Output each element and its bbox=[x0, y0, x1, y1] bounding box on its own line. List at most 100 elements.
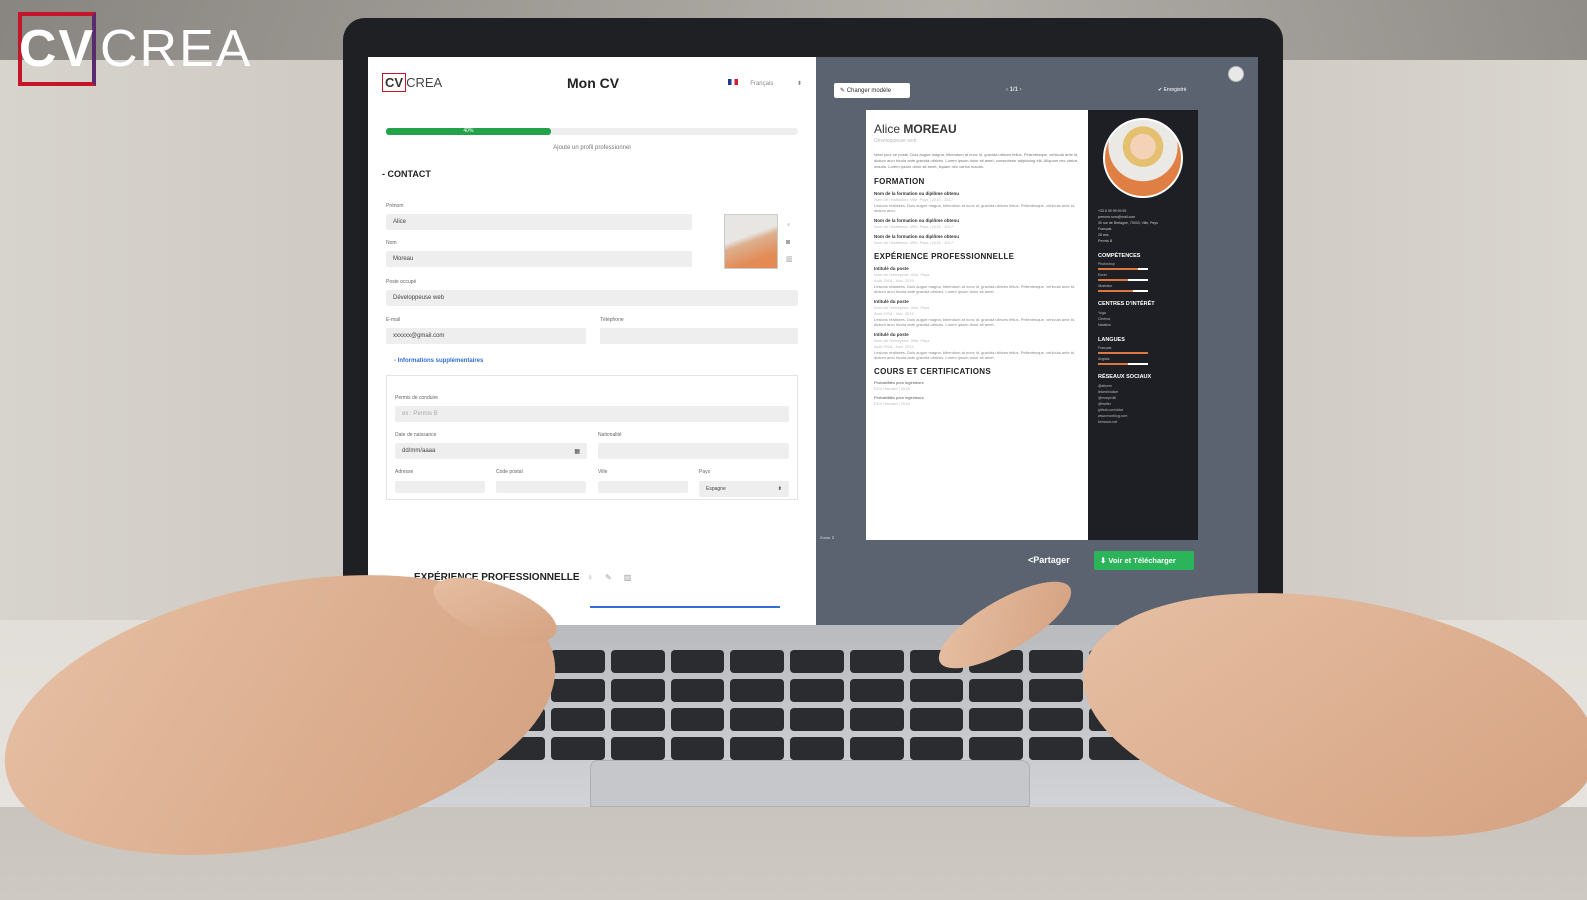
naissance-label: Date de naissance bbox=[395, 432, 437, 438]
contact-section-title[interactable]: - CONTACT bbox=[382, 169, 431, 179]
cv-exp-date-2: Août 2018 - Nov. 2019 bbox=[874, 311, 914, 316]
progress-fill: 40% bbox=[386, 128, 551, 135]
email-label: E-mail bbox=[386, 317, 401, 323]
change-template-label: Changer modèle bbox=[846, 88, 892, 94]
cv-exp-desc-1: Lésions réalisées. Duis augue magna, bib… bbox=[874, 284, 1076, 294]
poste-label: Poste occupé bbox=[386, 279, 417, 285]
preview-pane: ✎ Changer modèle ‹ 1/1 › ✔ Enregistré Al… bbox=[816, 57, 1258, 625]
app-logo-text: CREA bbox=[406, 75, 443, 90]
zoom-icon: ⇕ bbox=[831, 535, 835, 540]
more-info-link[interactable]: - Informations supplémentaires bbox=[394, 358, 483, 364]
camera-icon[interactable]: ◙ bbox=[786, 234, 793, 251]
permis-label: Permis de conduire bbox=[395, 395, 439, 401]
download-button[interactable]: ⬇ Voir et Télécharger bbox=[1094, 551, 1194, 570]
zoom-control[interactable]: Zoom ⇕ bbox=[820, 535, 835, 540]
cv-skill-3: Illustrator bbox=[1098, 284, 1113, 288]
cp-field[interactable] bbox=[496, 481, 586, 493]
brand-logo: CV CREA bbox=[18, 12, 252, 86]
cv-exp-sub-3: Nom de l'entreprise, Ville, Pays bbox=[874, 338, 930, 343]
ville-field[interactable] bbox=[598, 481, 688, 493]
zoom-label: Zoom bbox=[820, 535, 831, 540]
adresse-field[interactable] bbox=[395, 481, 485, 493]
cv-interests-title: CENTRES D'INTÉRÊT bbox=[1098, 301, 1155, 307]
edit-icon[interactable]: ✎ bbox=[605, 573, 624, 582]
language-label: Français bbox=[750, 81, 774, 87]
cv-exp-desc-3: Lésions réalisées. Duis augue magna, bib… bbox=[874, 350, 1076, 360]
cv-avatar bbox=[1103, 118, 1183, 198]
cv-language-1: Français bbox=[1098, 346, 1112, 350]
cv-language-bar-2 bbox=[1098, 363, 1148, 365]
active-tab-indicator bbox=[590, 606, 780, 608]
pays-label: Pays bbox=[699, 469, 711, 475]
nationalite-label: Nationalité bbox=[598, 432, 622, 438]
tel-field[interactable] bbox=[600, 328, 798, 344]
lightbulb-icon[interactable]: ♀ bbox=[786, 217, 793, 234]
select-arrow-icon: ⬍ bbox=[777, 486, 782, 492]
background-left bbox=[0, 60, 360, 620]
cv-exp-sub-1: Nom de l'entreprise, Ville, Pays bbox=[874, 272, 930, 277]
menu-icon[interactable] bbox=[1228, 66, 1244, 82]
adresse-label: Adresse bbox=[395, 469, 414, 475]
cv-exp-date-1: Août 2018 - Nov. 2019 bbox=[874, 278, 914, 283]
pays-value: Espagne bbox=[706, 486, 726, 492]
experience-actions: ♀✎▥ bbox=[587, 573, 643, 582]
cv-name: Alice MOREAU bbox=[874, 122, 1080, 136]
cv-intro: Idéal pour ce poste. Duis augue magna, b… bbox=[874, 152, 1079, 169]
cv-skill-bar-1 bbox=[1098, 268, 1148, 270]
cv-contact-license: Permis B bbox=[1098, 239, 1113, 243]
brand-logo-box: CV bbox=[18, 12, 96, 86]
change-template-button[interactable]: ✎ Changer modèle bbox=[834, 83, 910, 98]
permis-field[interactable]: ex : Permis B bbox=[395, 406, 789, 422]
cv-formation-title-2: Nom de la formation ou diplôme obtenu bbox=[874, 218, 959, 223]
app-logo-box: CV bbox=[382, 73, 407, 92]
lightbulb-icon[interactable]: ♀ bbox=[587, 573, 605, 582]
cv-side-column: +33 6 99 99 99 99 prenom.nom@mail.com 30… bbox=[1088, 110, 1198, 540]
cv-course-title-1: Probabilités pour ingénieurs bbox=[874, 380, 924, 385]
page-number: 1/1 bbox=[1009, 87, 1019, 93]
app-logo[interactable]: CV CREA bbox=[382, 73, 443, 92]
cv-language-bar-1 bbox=[1098, 352, 1148, 354]
nom-field[interactable]: Moreau bbox=[386, 251, 692, 267]
trash-icon[interactable]: ▥ bbox=[786, 251, 793, 268]
cv-languages-title: LANGUES bbox=[1098, 337, 1125, 343]
cv-skill-2: Excel bbox=[1098, 273, 1107, 277]
cv-skill-bar-3 bbox=[1098, 290, 1148, 292]
poste-field[interactable]: Développeuse web bbox=[386, 290, 798, 306]
progress-bar: 40% bbox=[386, 128, 798, 135]
cv-exp-title-1: Intitulé du poste bbox=[874, 266, 909, 271]
cv-document: Alice MOREAU Développeuse web Idéal pour… bbox=[866, 110, 1198, 540]
cv-formation-title-1: Nom de la formation ou diplôme obtenu bbox=[874, 191, 959, 196]
cv-formation-sub-1: Nom de l'institution, Ville, Pays | 2015… bbox=[874, 197, 954, 202]
flag-icon bbox=[728, 79, 739, 85]
page-title: Mon CV bbox=[567, 75, 620, 91]
nationalite-field[interactable] bbox=[598, 443, 789, 459]
saved-status: ✔ Enregistré bbox=[1158, 87, 1187, 93]
progress-hint[interactable]: Ajoute un profil professionnel bbox=[368, 145, 816, 151]
trash-icon[interactable]: ▥ bbox=[624, 573, 644, 582]
calendar-icon[interactable]: ▦ bbox=[574, 448, 580, 455]
cv-exp-desc-2: Lésions réalisées. Duis augue magna, bib… bbox=[874, 317, 1076, 327]
email-field[interactable]: xxxxxx@gmail.com bbox=[386, 328, 586, 344]
cp-label: Code postal bbox=[496, 469, 523, 475]
photo-actions: ♀ ◙ ▥ bbox=[786, 217, 793, 268]
background-right bbox=[1267, 60, 1587, 620]
cv-main-column: Alice MOREAU Développeuse web Idéal pour… bbox=[866, 110, 1088, 540]
naissance-value: dd/mm/aaaa bbox=[402, 448, 436, 454]
naissance-field[interactable]: dd/mm/aaaa ▦ bbox=[395, 443, 587, 459]
editor-pane: CV CREA Mon CV Français ⬍ 40% Ajoute un p… bbox=[368, 57, 816, 625]
cv-interest-3: Natation bbox=[1098, 323, 1112, 327]
pays-select[interactable]: Espagne ⬍ bbox=[699, 481, 789, 497]
prenom-field[interactable]: Alice bbox=[386, 214, 692, 230]
cv-skill-1: Photoshop bbox=[1098, 262, 1115, 266]
cv-formation-title: FORMATION bbox=[874, 177, 925, 186]
brand-logo-text: CREA bbox=[100, 20, 253, 78]
chevron-down-icon: ⬍ bbox=[796, 81, 802, 87]
cv-role: Développeuse web bbox=[874, 138, 917, 144]
share-button[interactable]: <Partager bbox=[1028, 555, 1070, 565]
cv-social-title: RÉSEAUX SOCIAUX bbox=[1098, 374, 1152, 380]
ville-label: Ville bbox=[598, 469, 608, 475]
profile-photo[interactable] bbox=[724, 214, 778, 269]
cv-last-name: MOREAU bbox=[903, 122, 957, 136]
cv-exp-date-3: Août 2018 - Nov. 2019 bbox=[874, 344, 914, 349]
language-select[interactable]: Français ⬍ bbox=[728, 79, 802, 87]
